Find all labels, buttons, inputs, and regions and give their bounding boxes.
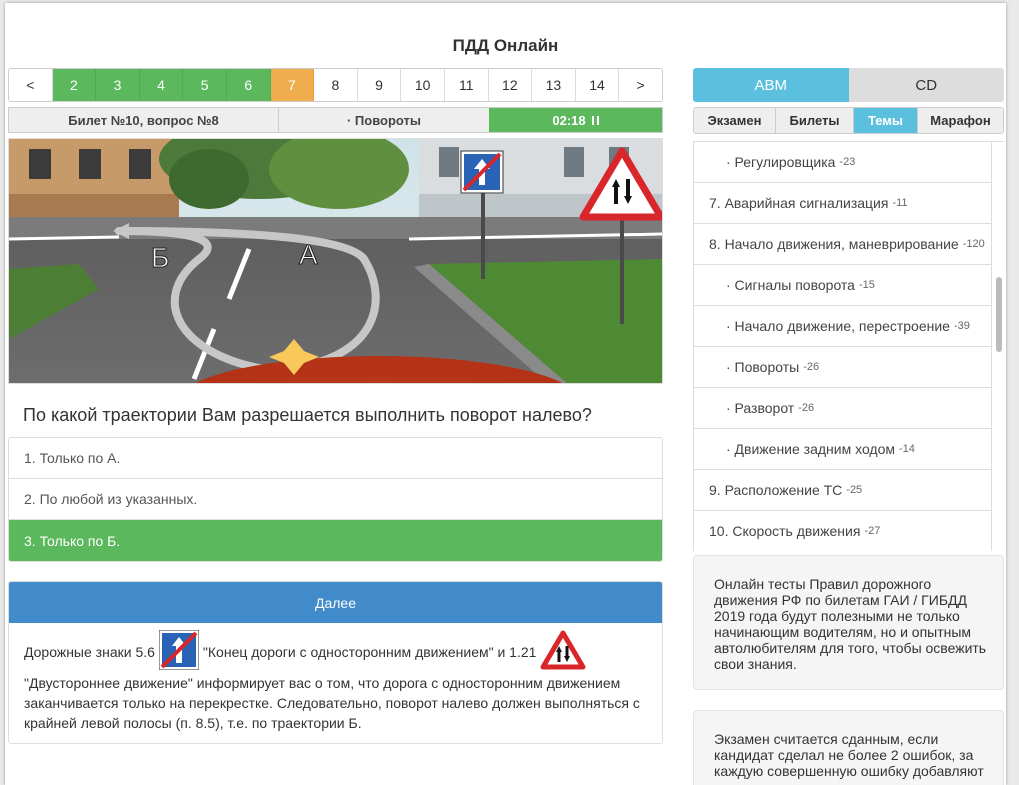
timer-button[interactable]: 02:18	[489, 108, 662, 132]
explanation-part1: Дорожные знаки 5.6	[24, 644, 155, 660]
tab-topics[interactable]: Темы	[854, 108, 918, 133]
tab-category-cd[interactable]: CD	[848, 68, 1004, 102]
pagination-page-button[interactable]: 9	[357, 69, 402, 101]
pagination-page-button[interactable]: 6	[226, 69, 271, 101]
timer-value: 02:18	[552, 112, 586, 128]
next-button[interactable]: Далее	[9, 582, 662, 623]
list-item[interactable]: · Начало движение, перестроение -39	[693, 306, 992, 347]
list-item[interactable]: · Сигналы поворота -15	[693, 265, 992, 306]
answer-option[interactable]: 2. По любой из указанных.	[9, 479, 662, 520]
topic-label: · Сигналы поворота	[726, 277, 855, 293]
trajectory-label-b: Б	[151, 242, 169, 273]
topic-label: · Повороты	[726, 359, 800, 375]
topic-count: -26	[803, 361, 820, 373]
explanation-part2: "Конец дороги с односторонним движением"…	[202, 644, 537, 660]
topic-count: -120	[962, 238, 985, 250]
question-theme: · Повороты	[279, 108, 489, 132]
pagination-page-button[interactable]: 7	[270, 69, 315, 101]
pagination-page-button[interactable]: 4	[139, 69, 184, 101]
topic-label: 10. Скорость движения	[709, 523, 861, 539]
tab-exam[interactable]: Экзамен	[694, 108, 776, 133]
topic-label: · Движение задним ходом	[726, 441, 896, 457]
list-item[interactable]: · Повороты -26	[693, 347, 992, 388]
pagination-page-button[interactable]: 5	[183, 69, 227, 101]
question-text: По какой траектории Вам разрешается выпо…	[23, 405, 592, 425]
topics-list: · Регулировщика -23 7. Аварийная сигнализ…	[693, 141, 1004, 551]
pagination-next-button[interactable]: >	[619, 69, 662, 101]
topic-label: 7. Аварийная сигнализация	[709, 195, 889, 211]
pagination-page-button[interactable]: 12	[488, 69, 533, 101]
answer-option[interactable]: 1. Только по А.	[9, 438, 662, 479]
trajectory-label-a: А	[299, 239, 318, 270]
one-way-end-sign-icon	[158, 629, 200, 675]
info-panel: Онлайн тесты Правил дорожного движения Р…	[693, 555, 1004, 690]
ticket-info-bar: Билет №10, вопрос №8 · Повороты 02:18	[8, 107, 663, 133]
list-item[interactable]: · Разворот -26	[693, 388, 992, 429]
exam-rules-panel: Экзамен считается сданным, если кандидат…	[693, 710, 1004, 785]
ticket-number: Билет №10, вопрос №8	[9, 108, 279, 132]
topic-count: -27	[864, 525, 881, 537]
explanation-panel: Далее Дорожные знаки 5.6 "Конец дороги с…	[8, 581, 663, 744]
tab-category-abm[interactable]: ABM	[693, 68, 849, 102]
list-item[interactable]: 7. Аварийная сигнализация -11	[693, 183, 992, 224]
explanation-line: заканчивается только на перекрестке. Сле…	[24, 695, 640, 711]
tab-marathon[interactable]: Марафон	[918, 108, 1003, 133]
explanation-text: Дорожные знаки 5.6 "Конец дороги с однос…	[9, 623, 662, 733]
topic-label: · Регулировщика	[726, 154, 836, 170]
list-item[interactable]: 8. Начало движения, маневрирование -120	[693, 224, 992, 265]
pagination-page-button[interactable]: 10	[401, 69, 445, 101]
page: ПДД Онлайн < 2 3 4 5 6 7 8 9 10 11 12 13…	[5, 3, 1006, 785]
question-image: Б А	[8, 138, 663, 384]
page-title: ПДД Онлайн	[452, 36, 559, 55]
two-way-traffic-sign-icon	[540, 630, 586, 675]
explanation-line: крайней левой полосы (п. 8.5), т.е. по т…	[24, 715, 362, 731]
topic-label: · Разворот	[726, 400, 795, 416]
question-pagination: < 2 3 4 5 6 7 8 9 10 11 12 13 14 >	[8, 68, 663, 102]
one-way-end-sign	[460, 150, 504, 194]
pagination-page-button[interactable]: 11	[444, 69, 489, 101]
pagination-page-button[interactable]: 2	[52, 69, 97, 101]
tab-tickets[interactable]: Билеты	[776, 108, 854, 133]
explanation-line: "Двустороннее движение" информирует вас …	[24, 675, 621, 691]
pause-icon	[591, 115, 599, 125]
topics-scrollbar-thumb[interactable]	[996, 277, 1002, 352]
topic-label: · Начало движение, перестроение	[726, 318, 950, 334]
answer-list: 1. Только по А. 2. По любой из указанных…	[8, 437, 663, 562]
mode-tabs: Экзамен Билеты Темы Марафон	[693, 107, 1004, 134]
answer-option-correct[interactable]: 3. Только по Б.	[9, 520, 662, 561]
topic-count: -23	[839, 156, 856, 168]
topic-count: -14	[899, 443, 915, 455]
list-item[interactable]: 10. Скорость движения -27	[693, 511, 992, 551]
list-item[interactable]: · Движение задним ходом -14	[693, 429, 992, 470]
topic-count: -11	[892, 197, 908, 209]
topic-count: -26	[798, 402, 815, 414]
topic-count: -15	[858, 279, 875, 291]
topic-label: 9. Расположение ТС	[709, 482, 843, 498]
pagination-page-button[interactable]: 14	[575, 69, 620, 101]
pagination-page-button[interactable]: 3	[96, 69, 140, 101]
topics-scrollbar[interactable]	[992, 142, 1004, 551]
list-item[interactable]: 9. Расположение ТС -25	[693, 470, 992, 511]
intersection-illustration: Б А	[9, 139, 662, 383]
category-tabs: ABM CD	[693, 68, 1004, 102]
topic-count: -39	[953, 320, 970, 332]
topic-count: -25	[846, 484, 863, 496]
topic-label: 8. Начало движения, маневрирование	[709, 236, 959, 252]
pagination-page-button[interactable]: 13	[532, 69, 576, 101]
list-item[interactable]: · Регулировщика -23	[693, 142, 992, 183]
pagination-prev-button[interactable]: <	[9, 69, 53, 101]
pagination-page-button[interactable]: 8	[314, 69, 358, 101]
